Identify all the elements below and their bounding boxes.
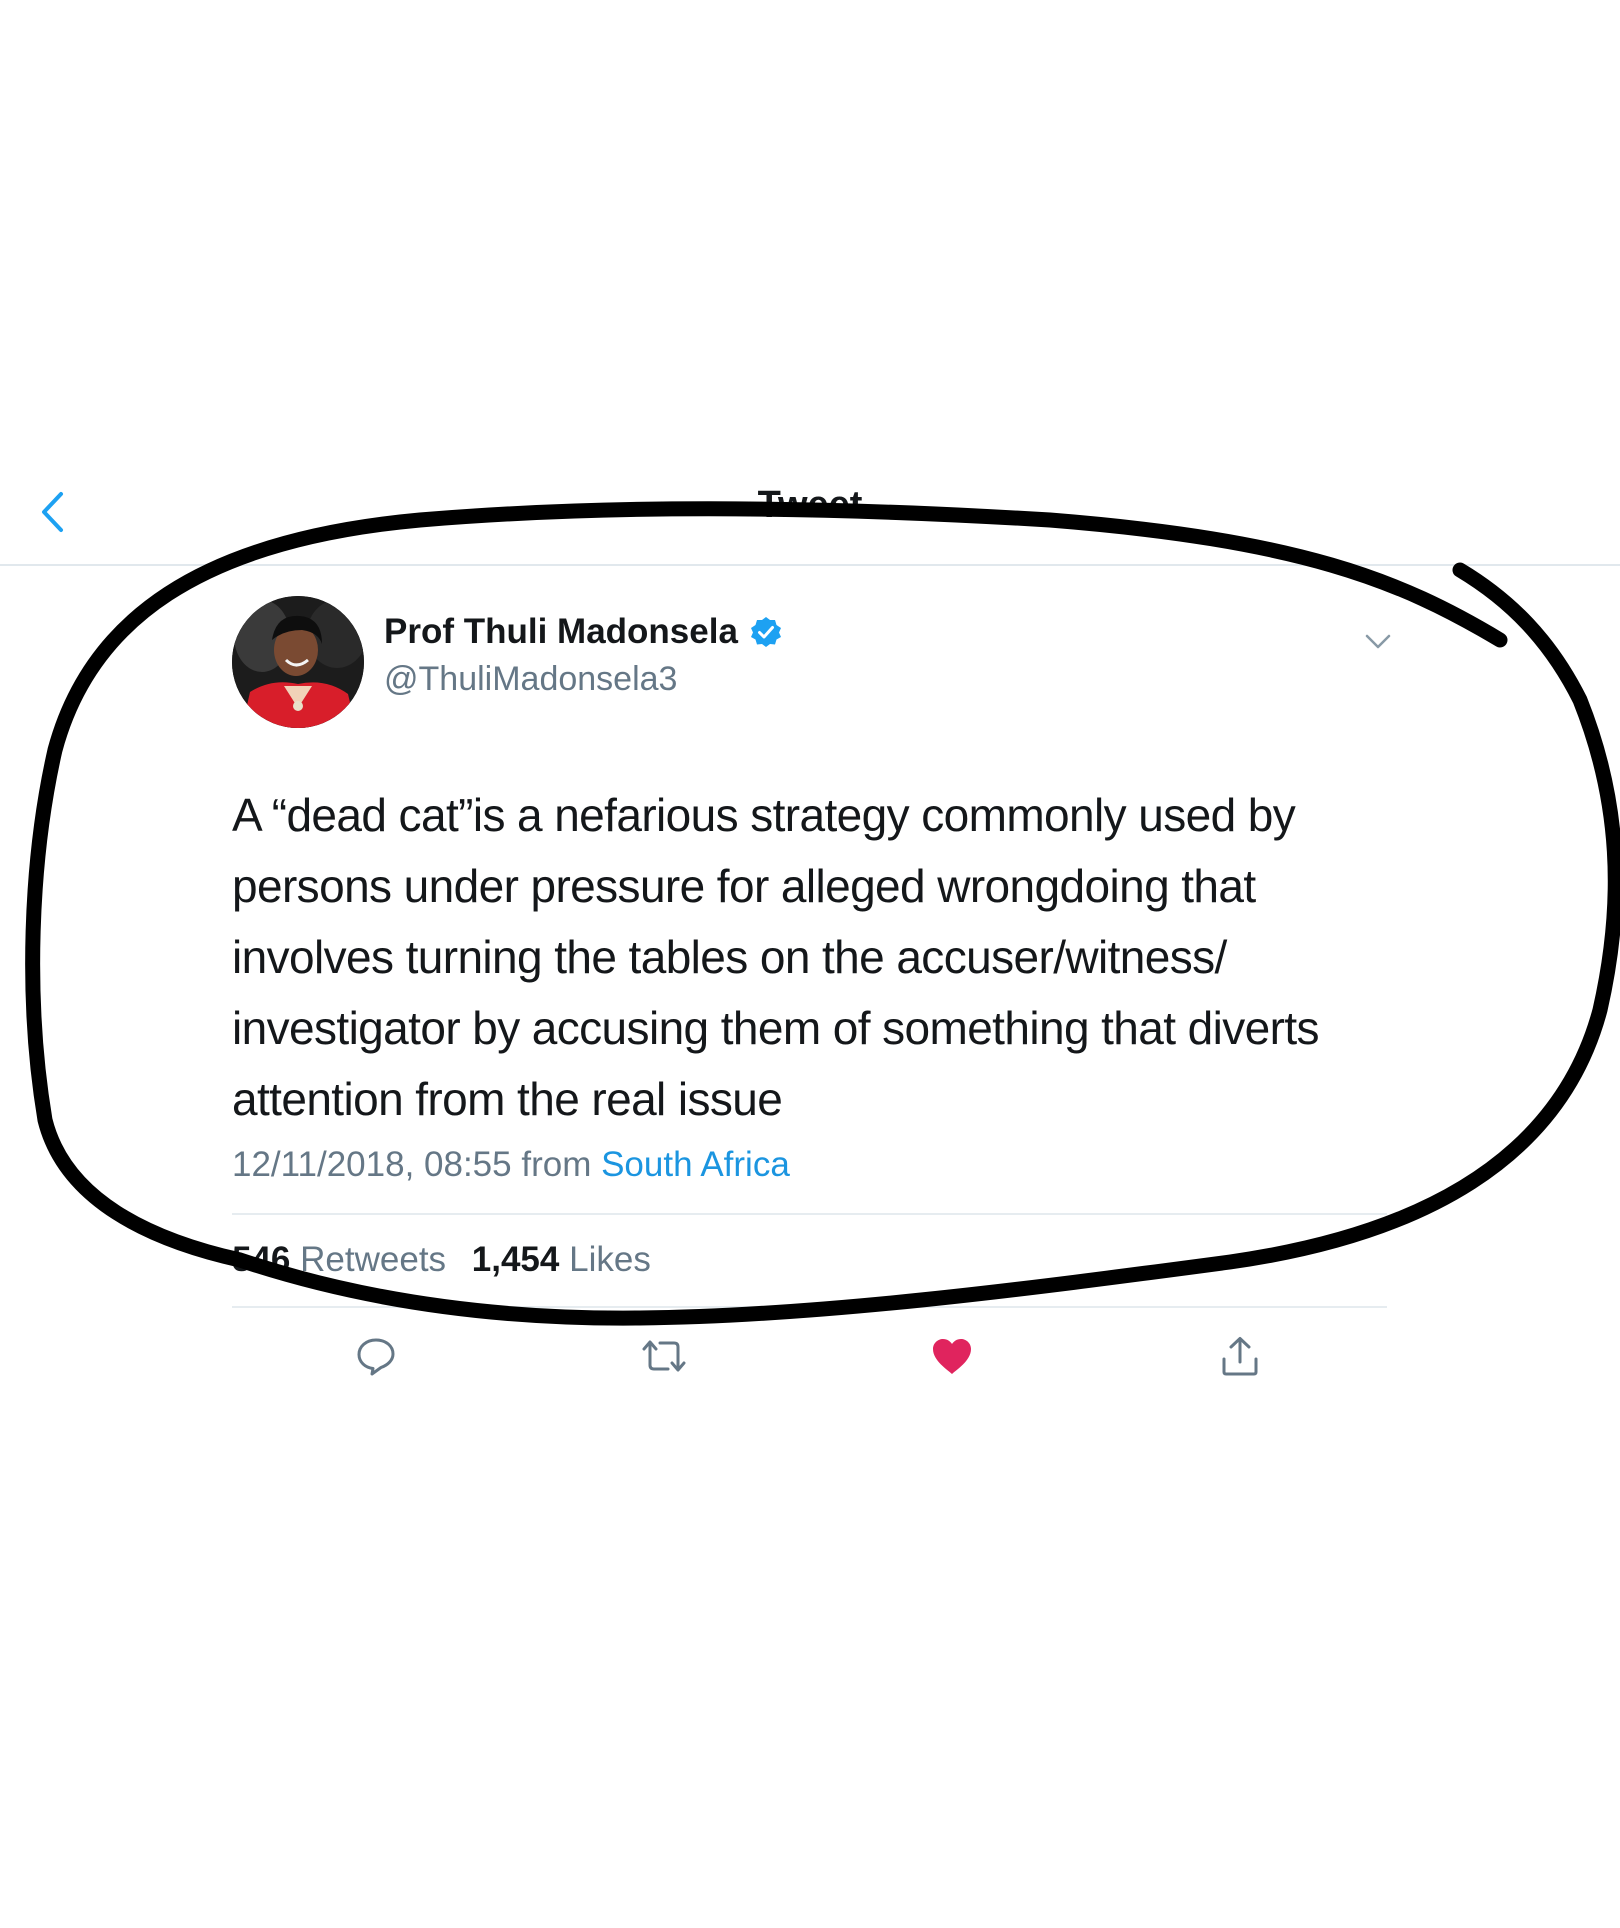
author-handle[interactable]: @ThuliMadonsela3 <box>384 660 677 699</box>
tweet-timestamp[interactable]: 12/11/2018, 08:55 <box>232 1145 512 1184</box>
verified-badge-icon <box>750 617 781 647</box>
reply-button[interactable] <box>346 1326 406 1386</box>
share-button[interactable] <box>1210 1326 1270 1386</box>
avatar-photo <box>232 596 364 728</box>
heart-icon <box>933 1339 971 1374</box>
retweets-label: Retweets <box>300 1240 447 1279</box>
tweet-meta: 12/11/2018, 08:55 from South Africa <box>232 1145 790 1185</box>
divider <box>232 1306 1387 1308</box>
retweet-button[interactable] <box>634 1326 694 1386</box>
reply-bubble-icon <box>357 1338 395 1376</box>
tweet-action-bar <box>232 1326 1387 1386</box>
share-upload-icon <box>1222 1337 1258 1376</box>
author-name-text: Prof Thuli Madonsela <box>384 612 738 651</box>
page-title: Tweet <box>757 484 863 526</box>
navigation-bar: Tweet <box>0 470 1620 565</box>
tweet-text: A “dead cat”is a nefarious strategy comm… <box>232 789 1320 1125</box>
tweet-menu-button[interactable] <box>1358 624 1398 660</box>
likes-count: 1,454 <box>471 1240 560 1279</box>
divider <box>232 1213 1387 1215</box>
avatar[interactable] <box>232 596 364 728</box>
retweets-count: 546 <box>232 1240 291 1279</box>
from-label: from <box>521 1145 592 1184</box>
tweet-location-link[interactable]: South Africa <box>601 1145 790 1184</box>
retweets-stat[interactable]: 546 Retweets <box>232 1240 446 1280</box>
chevron-down-icon <box>1365 634 1391 649</box>
likes-stat[interactable]: 1,454 Likes <box>472 1240 651 1280</box>
retweet-arrows-icon <box>642 1340 686 1372</box>
likes-label: Likes <box>569 1240 651 1279</box>
nav-divider <box>0 564 1620 566</box>
author-name[interactable]: Prof Thuli Madonsela <box>384 612 782 652</box>
like-button[interactable] <box>922 1326 982 1386</box>
tweet-stats: 546 Retweets 1,454 Likes <box>232 1240 667 1280</box>
